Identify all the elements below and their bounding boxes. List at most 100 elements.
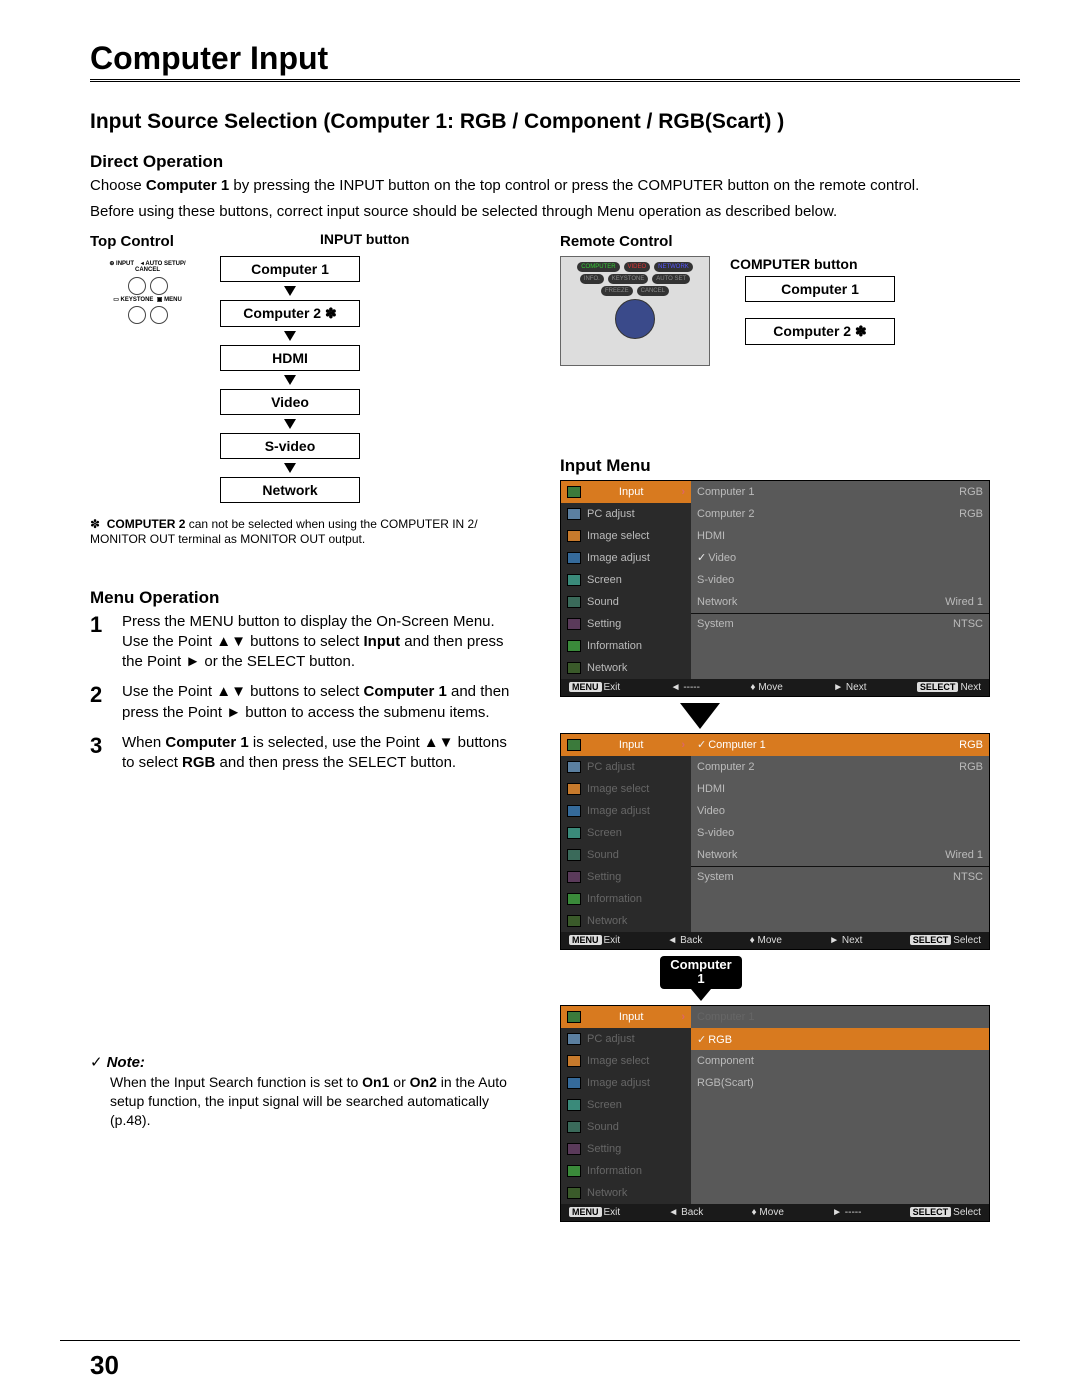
menu-icon bbox=[567, 1099, 581, 1111]
osd-right-item[interactable]: Computer 1RGB bbox=[691, 481, 989, 503]
osd-left-item[interactable]: Input› bbox=[561, 734, 691, 756]
menu-icon bbox=[567, 827, 581, 839]
osd-left-item[interactable]: Network bbox=[561, 657, 691, 679]
direct-operation-heading: Direct Operation bbox=[90, 152, 1020, 172]
osd-right-item[interactable]: Computer 2RGB bbox=[691, 756, 989, 778]
remote-btn-video[interactable]: VIDEO bbox=[624, 262, 651, 272]
osd-right-label: Network bbox=[697, 596, 737, 608]
computer1-badge: Computer1 bbox=[660, 956, 742, 990]
remote-btn-cancel[interactable]: CANCEL bbox=[637, 286, 669, 296]
chevron-right-icon: › bbox=[681, 739, 685, 751]
osd-right-item[interactable]: Video bbox=[691, 800, 989, 822]
osd-right-label: ✓Computer 1 bbox=[697, 738, 766, 751]
osd-left-item[interactable]: Information bbox=[561, 888, 691, 910]
step-number-3: 3 bbox=[90, 733, 112, 774]
tb: On2 bbox=[410, 1074, 437, 1090]
osd-right-item[interactable]: ✓Computer 1 RGB bbox=[691, 734, 989, 756]
menu-icon bbox=[567, 1011, 581, 1023]
osd-left-item[interactable]: Image adjust bbox=[561, 1072, 691, 1094]
tc-button-menu[interactable] bbox=[150, 306, 168, 324]
osd-left-item[interactable]: Setting bbox=[561, 613, 691, 635]
osd-right-value: RGB bbox=[959, 761, 983, 773]
remote-btn-computer[interactable]: COMPUTER bbox=[577, 262, 619, 272]
remote-joystick[interactable] bbox=[615, 299, 655, 339]
osd-right-item[interactable]: Component bbox=[691, 1050, 989, 1072]
osd-left-item[interactable]: Image select bbox=[561, 778, 691, 800]
menu-icon bbox=[567, 1121, 581, 1133]
flow-computer2: Computer 2 ✽ bbox=[220, 300, 360, 327]
osd-right-item[interactable]: S-video bbox=[691, 569, 989, 591]
menu-icon bbox=[567, 662, 581, 674]
osd-right-value: NTSC bbox=[953, 618, 983, 630]
tb: Input bbox=[363, 633, 400, 650]
remote-btn-network[interactable]: NETWORK bbox=[654, 262, 693, 272]
osd-left-label: Information bbox=[587, 640, 642, 652]
tc-button-keystone[interactable] bbox=[128, 306, 146, 324]
osd-system-row[interactable]: SystemNTSC bbox=[691, 613, 989, 635]
osd-left-item[interactable]: Image adjust bbox=[561, 800, 691, 822]
osd-left-item[interactable]: Image select bbox=[561, 525, 691, 547]
osd-left-label: PC adjust bbox=[587, 1033, 635, 1045]
remote-btn-info[interactable]: INFO. bbox=[580, 274, 604, 284]
osd-right-item[interactable]: RGB(Scart) bbox=[691, 1072, 989, 1094]
osd-left-item[interactable]: Network bbox=[561, 910, 691, 932]
osd-left-item[interactable]: Image select bbox=[561, 1050, 691, 1072]
note-body: When the Input Search function is set to… bbox=[110, 1073, 520, 1130]
osd-right-value: RGB bbox=[959, 739, 983, 751]
osd-left-item[interactable]: Sound bbox=[561, 844, 691, 866]
osd-left-item[interactable]: Information bbox=[561, 635, 691, 657]
osd-left-item[interactable]: Screen bbox=[561, 1094, 691, 1116]
osd-left-item[interactable]: Setting bbox=[561, 1138, 691, 1160]
osd-left-item[interactable]: Setting bbox=[561, 866, 691, 888]
remote-btn-keystone[interactable]: KEYSTONE bbox=[608, 274, 649, 284]
remote-btn-autoset[interactable]: AUTO SET bbox=[652, 274, 690, 284]
osd-right-label: Video bbox=[697, 805, 725, 817]
osd-menu-3: Input›PC adjustImage selectImage adjustS… bbox=[560, 1005, 990, 1222]
osd-right-label: ✓Video bbox=[697, 551, 736, 564]
input-flow: Computer 1 Computer 2 ✽ HDMI Video S-vid… bbox=[210, 256, 370, 503]
osd-right-value: RGB bbox=[959, 486, 983, 498]
osd-left-item[interactable]: Screen bbox=[561, 822, 691, 844]
osd-left-item[interactable]: Input› bbox=[561, 481, 691, 503]
st: ♦ Move bbox=[750, 935, 782, 946]
osd-left-label: Network bbox=[587, 1187, 627, 1199]
page-number: 30 bbox=[90, 1350, 119, 1381]
osd-left-item[interactable]: Screen bbox=[561, 569, 691, 591]
flow-svideo: S-video bbox=[220, 433, 360, 459]
footnote-bold: COMPUTER 2 bbox=[107, 517, 186, 531]
t: or bbox=[389, 1074, 409, 1090]
osd-left-item[interactable]: PC adjust bbox=[561, 756, 691, 778]
osd-left-item[interactable]: Sound bbox=[561, 1116, 691, 1138]
tc-keystone-symbol: ▭ bbox=[113, 297, 120, 303]
st: Exit bbox=[604, 682, 621, 693]
text: by pressing the INPUT button on the top … bbox=[229, 177, 919, 194]
osd-left-item[interactable]: Information bbox=[561, 1160, 691, 1182]
osd-right-item[interactable]: NetworkWired 1 bbox=[691, 844, 989, 866]
osd-left-item[interactable]: PC adjust bbox=[561, 1028, 691, 1050]
osd-right-item[interactable]: Computer 2RGB bbox=[691, 503, 989, 525]
tc-button-autosetup[interactable] bbox=[150, 277, 168, 295]
osd-left-item[interactable]: Image adjust bbox=[561, 547, 691, 569]
st: ► ----- bbox=[832, 1207, 861, 1218]
osd-left-item[interactable]: PC adjust bbox=[561, 503, 691, 525]
text-bold: Computer 1 bbox=[146, 177, 229, 194]
osd-left-item[interactable]: Sound bbox=[561, 591, 691, 613]
menu-icon bbox=[567, 552, 581, 564]
tc-button-input[interactable] bbox=[128, 277, 146, 295]
osd-right-item[interactable]: S-video bbox=[691, 822, 989, 844]
menu-icon bbox=[567, 1165, 581, 1177]
osd-system-row[interactable]: SystemNTSC bbox=[691, 866, 989, 888]
top-control-diagram: ⊕ INPUT ◂ AUTO SETUP/CANCEL ▭ KEYSTONE ▣… bbox=[90, 261, 205, 327]
osd-right-item[interactable]: HDMI bbox=[691, 525, 989, 547]
menu-icon bbox=[567, 893, 581, 905]
osd-right-item[interactable]: ✓RGB bbox=[691, 1028, 989, 1050]
osd-right-item[interactable]: ✓Video bbox=[691, 547, 989, 569]
osd-left-item[interactable]: Input› bbox=[561, 1006, 691, 1028]
osd-left-item[interactable]: Network bbox=[561, 1182, 691, 1204]
osd-right-item[interactable]: NetworkWired 1 bbox=[691, 591, 989, 613]
osd-right-label: Network bbox=[697, 849, 737, 861]
osd-right-label: S-video bbox=[697, 827, 734, 839]
remote-btn-freeze[interactable]: FREEZE bbox=[601, 286, 633, 296]
osd-status-bar: MENUExit ◄ Back ♦ Move ► ----- SELECTSel… bbox=[561, 1204, 989, 1221]
osd-right-item[interactable]: HDMI bbox=[691, 778, 989, 800]
